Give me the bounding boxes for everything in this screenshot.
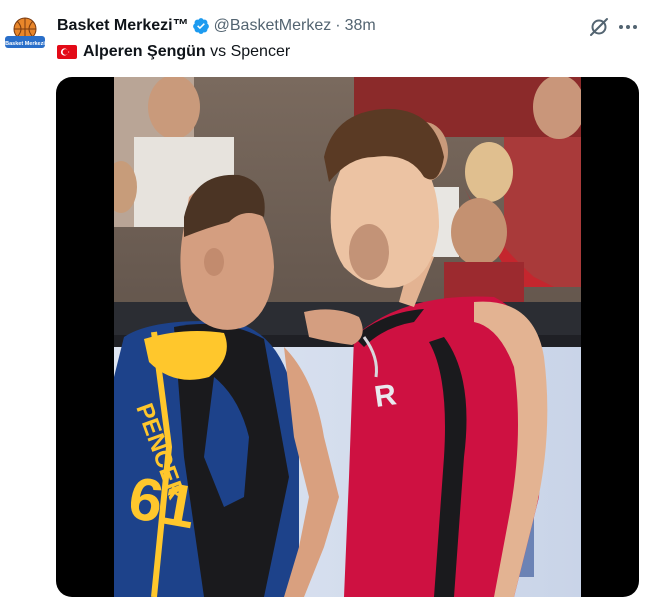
avatar-label: Basket Merkezi bbox=[5, 41, 45, 47]
video-player[interactable]: PENCER 61 R bbox=[56, 77, 639, 597]
jersey-number-text: 61 bbox=[124, 464, 201, 542]
video-still-image: PENCER 61 R bbox=[114, 77, 581, 597]
more-options-icon[interactable] bbox=[616, 16, 640, 38]
separator-dot: · bbox=[335, 17, 341, 34]
mentioned-player-name: Alperen Şengün bbox=[83, 43, 206, 60]
tweet-text-rest: vs Spencer bbox=[205, 43, 291, 60]
tweet-text: Alperen Şengün vs Spencer bbox=[57, 42, 290, 62]
verified-badge-icon bbox=[192, 18, 209, 34]
avatar[interactable]: Basket Merkezi bbox=[4, 14, 46, 56]
video-frame[interactable]: PENCER 61 R bbox=[114, 77, 581, 597]
timestamp[interactable]: 38m bbox=[345, 16, 376, 36]
display-name[interactable]: Basket Merkezi™ bbox=[57, 16, 189, 36]
grok-icon[interactable] bbox=[588, 16, 610, 38]
turkey-flag-icon bbox=[57, 45, 77, 59]
tweet-header: Basket Merkezi™ @BasketMerkez · 38m bbox=[57, 16, 376, 36]
user-handle[interactable]: @BasketMerkez bbox=[214, 16, 332, 36]
